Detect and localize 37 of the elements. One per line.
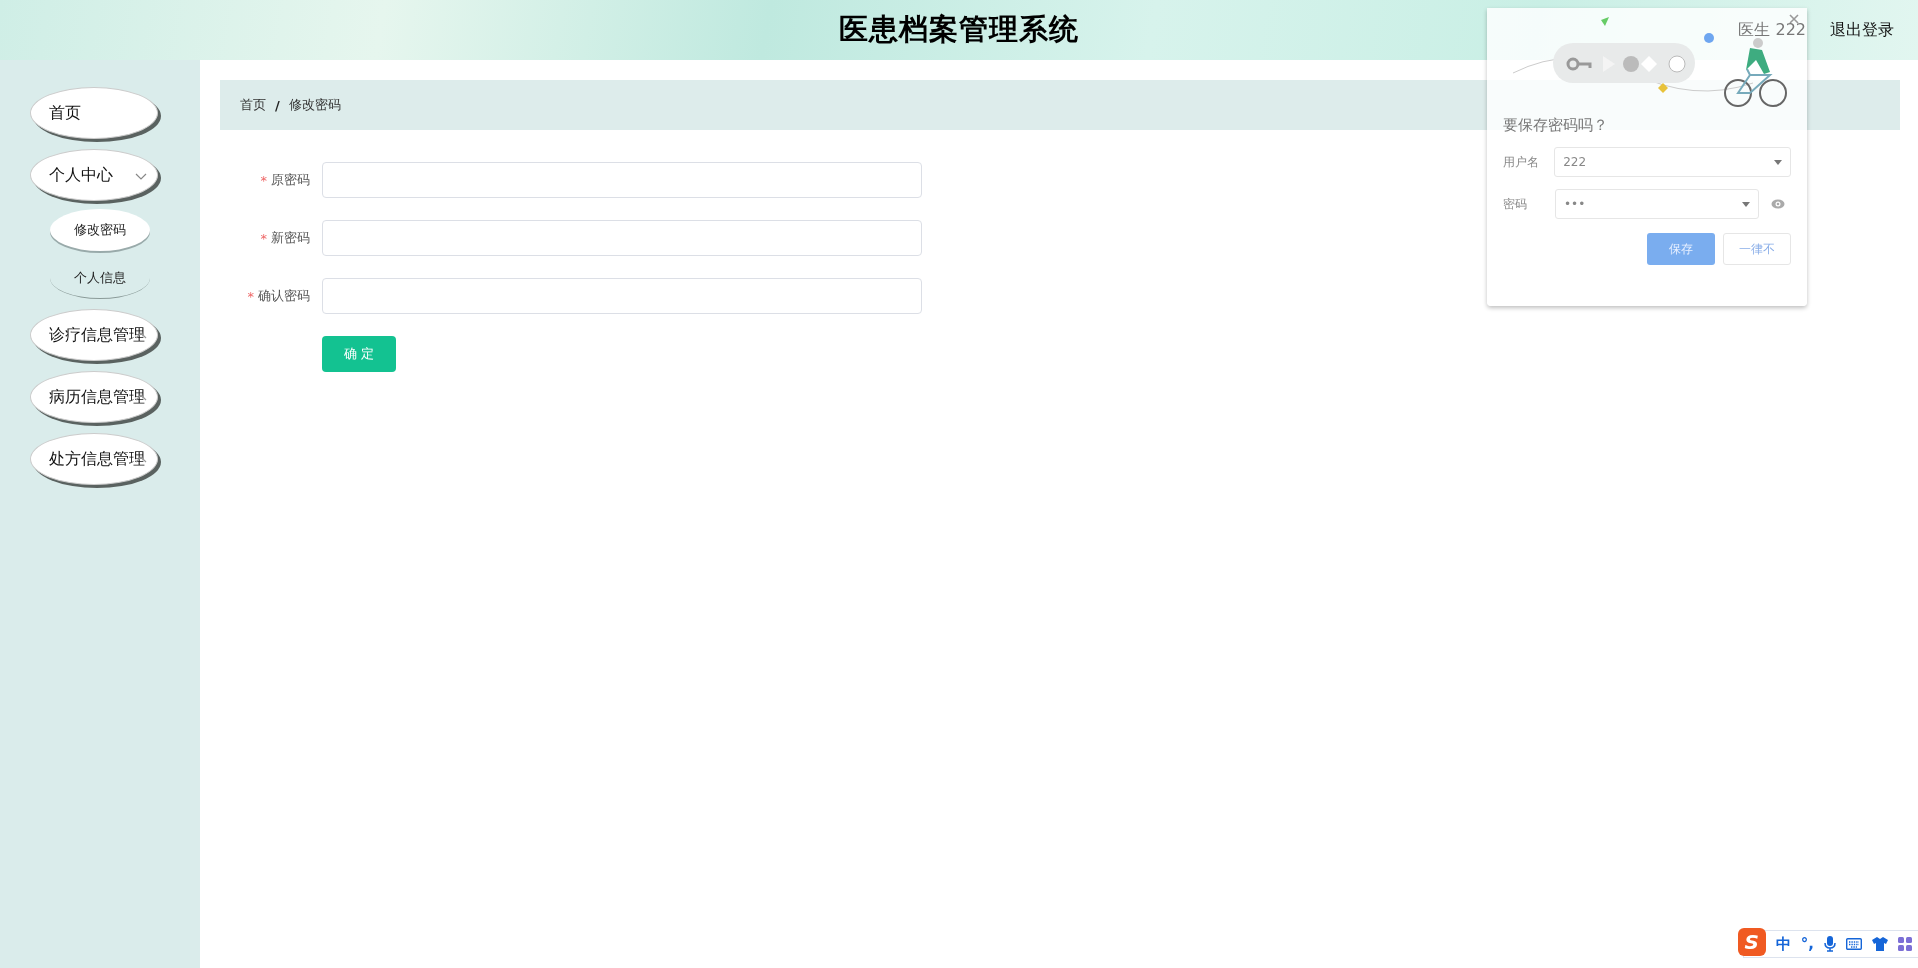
field-label: 原密码 bbox=[271, 171, 310, 189]
submenu-item[interactable]: 修改密码 bbox=[50, 209, 150, 251]
sidebar-menu-item[interactable]: 病历信息管理 bbox=[30, 371, 158, 423]
breadcrumb-separator: / bbox=[275, 97, 280, 113]
required-mark: * bbox=[260, 230, 267, 246]
ime-mode-toggle[interactable]: 中 bbox=[1775, 934, 1791, 954]
password-label: 密码 bbox=[1503, 195, 1528, 213]
password-field[interactable] bbox=[322, 220, 922, 256]
sidebar-menu-item[interactable]: 首页 bbox=[30, 87, 158, 139]
logout-link[interactable]: 退出登录 bbox=[1830, 19, 1894, 41]
keyboard-icon[interactable] bbox=[1846, 938, 1862, 950]
system-title: 医患档案管理系统 bbox=[839, 11, 1079, 48]
field-label: 确认密码 bbox=[258, 287, 310, 305]
username-dropdown[interactable]: 222 bbox=[1554, 147, 1791, 177]
ime-punctuation-toggle[interactable]: °, bbox=[1800, 935, 1814, 953]
username-label: 用户名 bbox=[1503, 153, 1540, 171]
required-mark: * bbox=[260, 172, 267, 188]
field-label: 新密码 bbox=[271, 229, 310, 247]
sidebar-menu-item[interactable]: 个人中心 bbox=[30, 149, 158, 201]
microphone-icon[interactable] bbox=[1824, 936, 1836, 952]
close-icon[interactable] bbox=[1789, 14, 1799, 24]
shirt-icon[interactable] bbox=[1872, 937, 1888, 951]
password-dropdown[interactable]: ••• bbox=[1555, 189, 1759, 219]
sidebar-menu-item[interactable]: 处方信息管理 bbox=[30, 433, 158, 485]
grid-icon[interactable] bbox=[1898, 937, 1912, 951]
password-field[interactable] bbox=[322, 162, 922, 198]
sidebar-menu-item[interactable]: 诊疗信息管理 bbox=[30, 309, 158, 361]
breadcrumb-item: 修改密码 bbox=[288, 96, 341, 114]
submenu-item[interactable]: 个人信息 bbox=[50, 257, 150, 299]
breadcrumb-item[interactable]: 首页 bbox=[240, 96, 266, 114]
password-field[interactable] bbox=[322, 278, 922, 314]
required-mark: * bbox=[247, 288, 254, 304]
eye-icon[interactable] bbox=[1771, 199, 1785, 209]
dropdown-caret-icon bbox=[1742, 201, 1750, 207]
dropdown-caret-icon bbox=[1774, 159, 1782, 165]
popup-title: 要保存密码吗？ bbox=[1503, 116, 1609, 135]
user-name: 医生 222 bbox=[1738, 19, 1806, 41]
